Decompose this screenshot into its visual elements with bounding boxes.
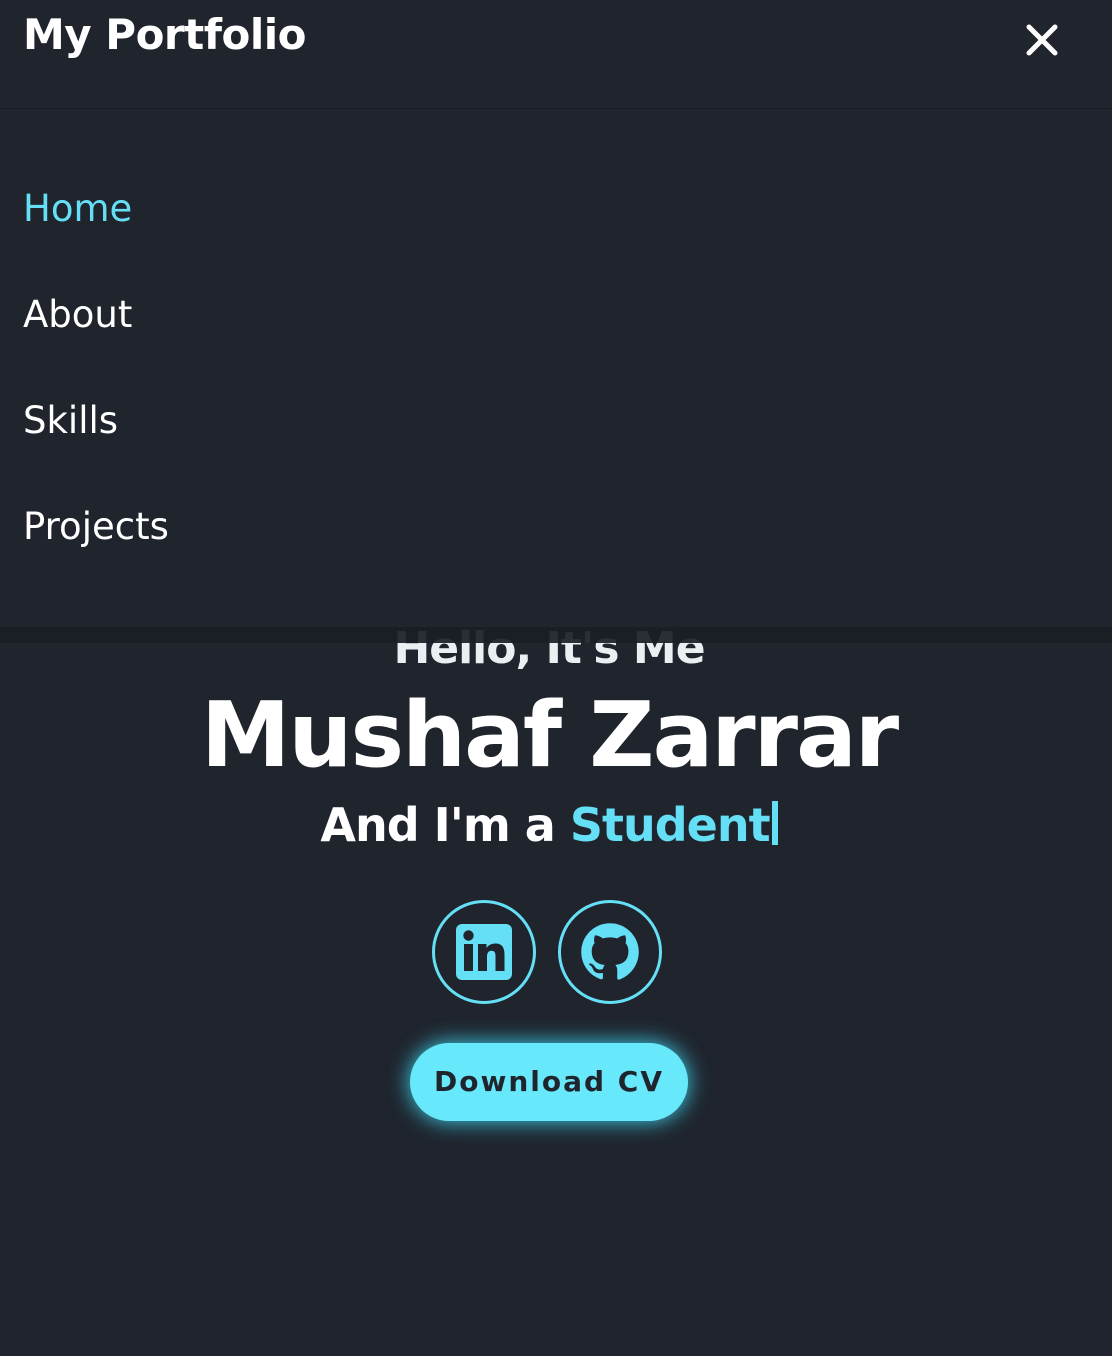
logo[interactable]: My Portfolio — [23, 11, 307, 58]
site-header: My Portfolio — [0, 0, 1112, 109]
nav-item-home[interactable]: Home — [23, 190, 132, 227]
typing-cursor — [771, 801, 778, 845]
hero-role-prefix: And I'm a — [320, 798, 555, 852]
download-cv-button[interactable]: Download CV — [410, 1043, 688, 1121]
hero-role-highlight: Student — [569, 798, 771, 852]
hero-role: And I'm a Student — [0, 800, 1098, 851]
page: Hello, It's Me Mushaf Zarrar And I'm a S… — [0, 0, 1112, 1356]
nav-menu-edge — [0, 627, 1112, 643]
linkedin-icon — [456, 924, 512, 980]
close-icon — [1026, 24, 1058, 56]
nav-item-projects[interactable]: Projects — [23, 508, 169, 545]
github-link[interactable] — [558, 900, 662, 1004]
linkedin-link[interactable] — [432, 900, 536, 1004]
nav-item-about[interactable]: About — [23, 296, 132, 333]
nav-item-skills[interactable]: Skills — [23, 402, 118, 439]
nav-menu: Home About Skills Projects — [0, 109, 1112, 627]
close-menu-button[interactable] — [1020, 18, 1064, 62]
github-icon — [581, 923, 639, 980]
hero-name: Mushaf Zarrar — [200, 683, 899, 788]
